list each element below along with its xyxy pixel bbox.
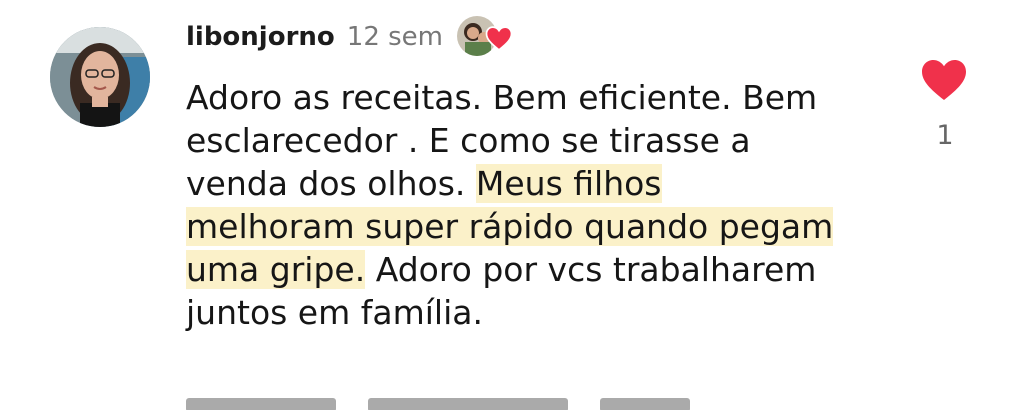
next-line-cut-off (186, 398, 690, 410)
comment-text: Adoro as receitas. Bem eficiente. Bem es… (186, 76, 836, 334)
username[interactable]: libonjorno (186, 22, 335, 52)
avatar[interactable] (50, 27, 150, 127)
creator-liked-badge (457, 14, 515, 60)
like-count: 1 (936, 120, 954, 151)
heart-icon (922, 60, 966, 100)
timestamp: 12 sem (346, 22, 443, 52)
comment-header: libonjorno 12 sem (186, 14, 515, 60)
comment-item: libonjorno 12 sem Adoro as receitas. Bem… (0, 0, 1024, 410)
like-button[interactable] (920, 58, 970, 104)
creator-heart-icon (485, 26, 513, 51)
